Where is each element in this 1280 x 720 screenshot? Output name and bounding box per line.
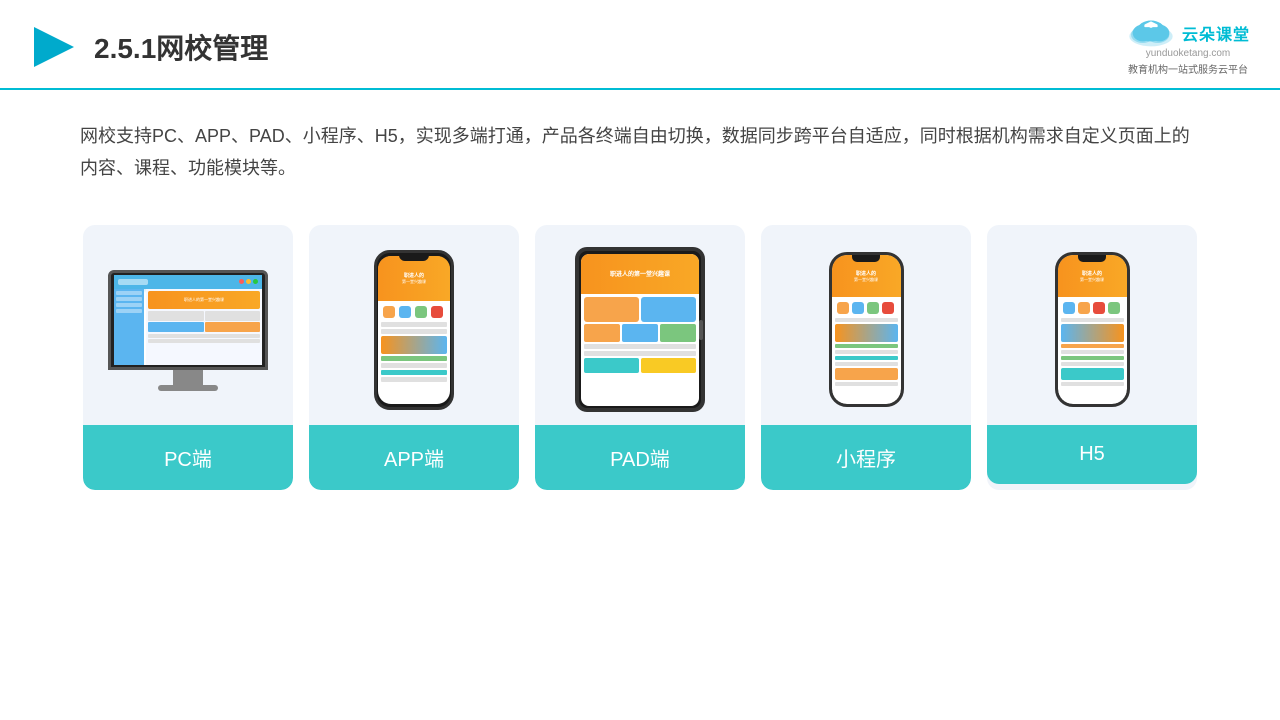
h5-image-area: 职进人的 第一堂兴趣课 xyxy=(987,225,1197,425)
brand-name: 云朵课堂 xyxy=(1182,21,1250,45)
pad-card: 职进人的第一堂兴趣课 xyxy=(535,225,745,490)
app-phone-icon: 职进人的 第一堂兴趣课 xyxy=(374,250,454,410)
brand-subtitle: 教育机构一站式服务云平台 xyxy=(1128,61,1248,76)
pad-label: PAD端 xyxy=(535,425,745,490)
app-label: APP端 xyxy=(309,425,519,490)
pc-label: PC端 xyxy=(83,425,293,490)
cloud-icon xyxy=(1126,18,1176,48)
pc-image-area: 职进人的第一堂兴趣课 xyxy=(83,225,293,425)
brand-logo: 云朵课堂 yunduoketang.com 教育机构一站式服务云平台 xyxy=(1126,18,1250,76)
page-header: 2.5.1网校管理 云朵课堂 yunduoketang.com 教育机构一站式服… xyxy=(0,0,1280,90)
page-title: 2.5.1网校管理 xyxy=(94,27,1126,67)
brand-url: yunduoketang.com xyxy=(1146,48,1231,59)
pc-card: 职进人的第一堂兴趣课 xyxy=(83,225,293,490)
device-cards-container: 职进人的第一堂兴趣课 xyxy=(0,205,1280,510)
h5-label: H5 xyxy=(987,425,1197,484)
description-text: 网校支持PC、APP、PAD、小程序、H5，实现多端打通，产品各终端自由切换，数… xyxy=(0,90,1280,205)
play-logo-icon xyxy=(30,23,78,71)
miniapp-phone-icon: 职进人的 第一堂兴趣课 xyxy=(829,252,904,407)
miniapp-image-area: 职进人的 第一堂兴趣课 xyxy=(761,225,971,425)
pc-monitor-icon: 职进人的第一堂兴趣课 xyxy=(108,270,268,390)
pad-tablet-icon: 职进人的第一堂兴趣课 xyxy=(575,247,705,412)
app-card: 职进人的 第一堂兴趣课 xyxy=(309,225,519,490)
h5-card: 职进人的 第一堂兴趣课 xyxy=(987,225,1197,490)
miniapp-label: 小程序 xyxy=(761,425,971,490)
h5-phone-icon: 职进人的 第一堂兴趣课 xyxy=(1055,252,1130,407)
app-image-area: 职进人的 第一堂兴趣课 xyxy=(309,225,519,425)
pad-image-area: 职进人的第一堂兴趣课 xyxy=(535,225,745,425)
miniapp-card: 职进人的 第一堂兴趣课 xyxy=(761,225,971,490)
